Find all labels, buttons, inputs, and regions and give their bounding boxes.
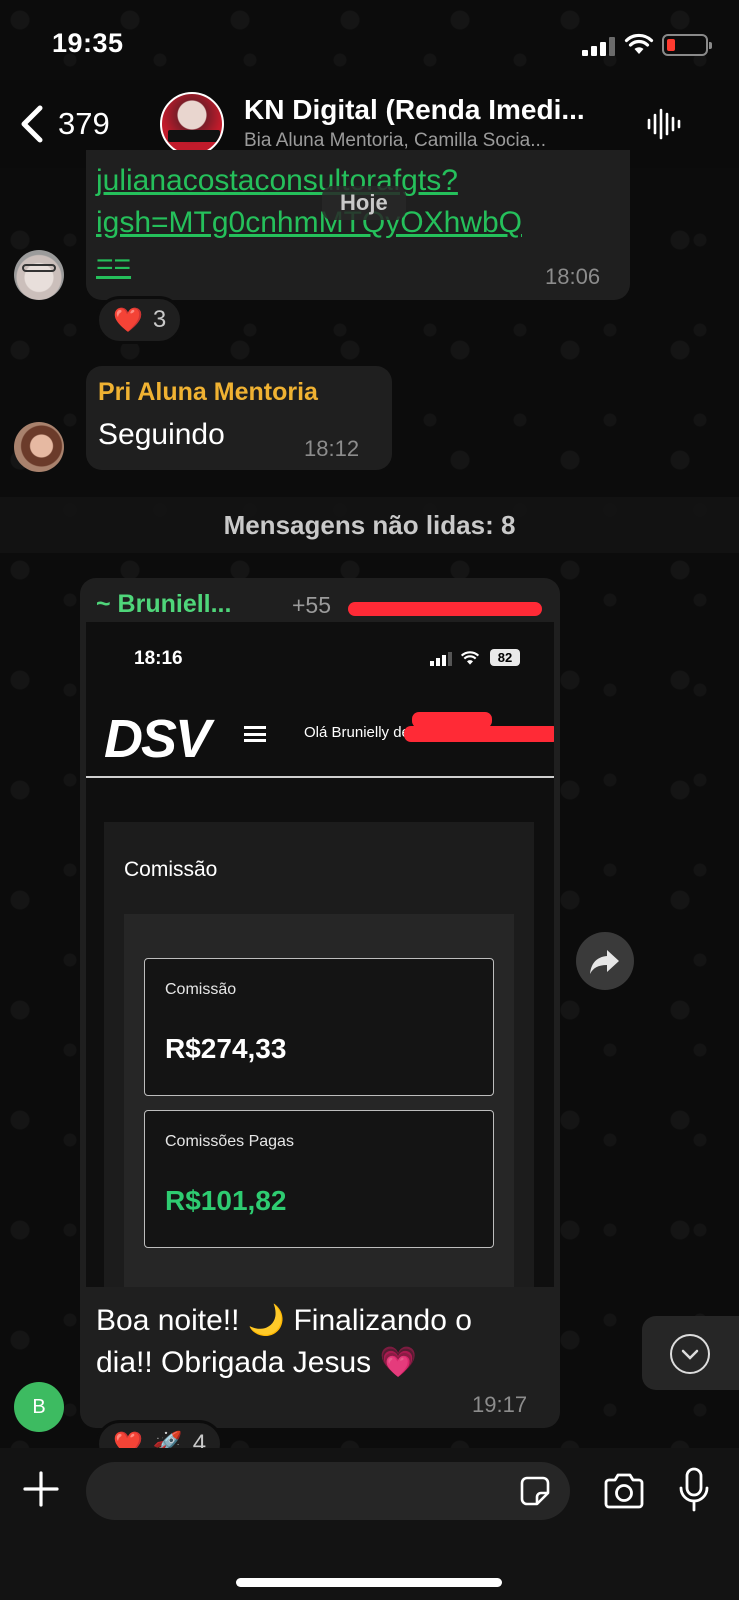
sender-avatar[interactable]	[14, 422, 64, 472]
card-value: R$274,33	[165, 1033, 287, 1064]
card-value: R$101,82	[165, 1185, 287, 1216]
reaction-count: 3	[152, 306, 167, 333]
cellular-signal-icon	[582, 36, 618, 56]
microphone-icon[interactable]	[678, 1466, 710, 1514]
card-label: Comissão	[165, 981, 237, 998]
sender-avatar[interactable]	[14, 250, 64, 300]
dsv-logo: DSV	[104, 709, 211, 769]
card-label: Comissões Pagas	[165, 1133, 294, 1150]
screenshot-wifi-icon	[460, 651, 480, 665]
sender-avatar[interactable]: B	[14, 1382, 64, 1432]
scroll-to-bottom-button[interactable]	[642, 1316, 739, 1390]
screenshot-divider	[86, 776, 554, 778]
message-input-bar	[0, 1448, 739, 1600]
screenshot-signal-icon	[430, 652, 452, 666]
screenshot-status-time: 18:16	[134, 648, 183, 669]
commission-cards-container: Comissão R$274,33 Comissões Pagas R$101,…	[124, 914, 514, 1287]
sender-name[interactable]: ~ Bruniell...	[96, 590, 231, 619]
back-button[interactable]: 379	[18, 100, 110, 148]
paid-commission-card: Comissões Pagas R$101,82	[144, 1110, 494, 1248]
group-members-subtitle[interactable]: Bia Aluna Mentoria, Camilla Socia...	[244, 130, 546, 152]
sender-name[interactable]: Pri Aluna Mentoria	[98, 378, 318, 407]
commission-card: Comissão R$274,33	[144, 958, 494, 1096]
panel-title: Comissão	[124, 858, 218, 881]
unread-chats-count: 379	[58, 106, 110, 141]
message-time: 19:17	[472, 1392, 528, 1417]
sender-phone: +55	[292, 592, 332, 618]
plus-icon[interactable]	[22, 1470, 60, 1508]
heart-emoji-icon: ❤️	[113, 306, 143, 334]
message-link[interactable]: julianacostaconsultorafgts? igsh=MTg0cnh…	[96, 160, 522, 286]
date-separator: Hoje	[322, 186, 406, 220]
redaction-mark	[348, 602, 542, 616]
status-time: 19:35	[52, 28, 124, 58]
screenshot-battery: 82	[490, 649, 520, 666]
unread-messages-divider: Mensagens não lidas: 8	[0, 497, 739, 553]
sticker-icon[interactable]	[518, 1474, 552, 1508]
message-time: 18:12	[304, 436, 360, 461]
shared-screenshot-image[interactable]: 18:16 82 DSV Olá Brunielly de An va Comi…	[86, 622, 554, 1287]
forward-arrow-icon	[590, 950, 619, 974]
chevron-left-icon	[21, 105, 43, 143]
group-avatar[interactable]	[160, 92, 224, 156]
chevron-down-icon	[670, 1334, 710, 1374]
message-reactions[interactable]: ❤️ 3	[96, 296, 184, 344]
message-text: Seguindo	[98, 418, 225, 451]
voice-chat-icon[interactable]	[646, 106, 682, 142]
hamburger-menu-icon	[244, 726, 266, 742]
battery-icon	[662, 34, 712, 56]
status-bar: 19:35	[0, 0, 739, 80]
camera-icon[interactable]	[602, 1472, 646, 1510]
message-time: 18:06	[545, 264, 601, 289]
commission-panel: Comissão Comissão R$274,33 Comissões Pag…	[104, 822, 534, 1287]
wifi-icon	[624, 33, 654, 54]
message-input[interactable]	[86, 1462, 570, 1520]
home-indicator	[236, 1578, 502, 1587]
forward-button[interactable]	[576, 932, 634, 990]
redaction-mark	[404, 726, 554, 742]
message-text: Boa noite!! 🌙 Finalizando o dia!! Obriga…	[96, 1304, 472, 1379]
group-title[interactable]: KN Digital (Renda Imedi...	[244, 94, 585, 126]
